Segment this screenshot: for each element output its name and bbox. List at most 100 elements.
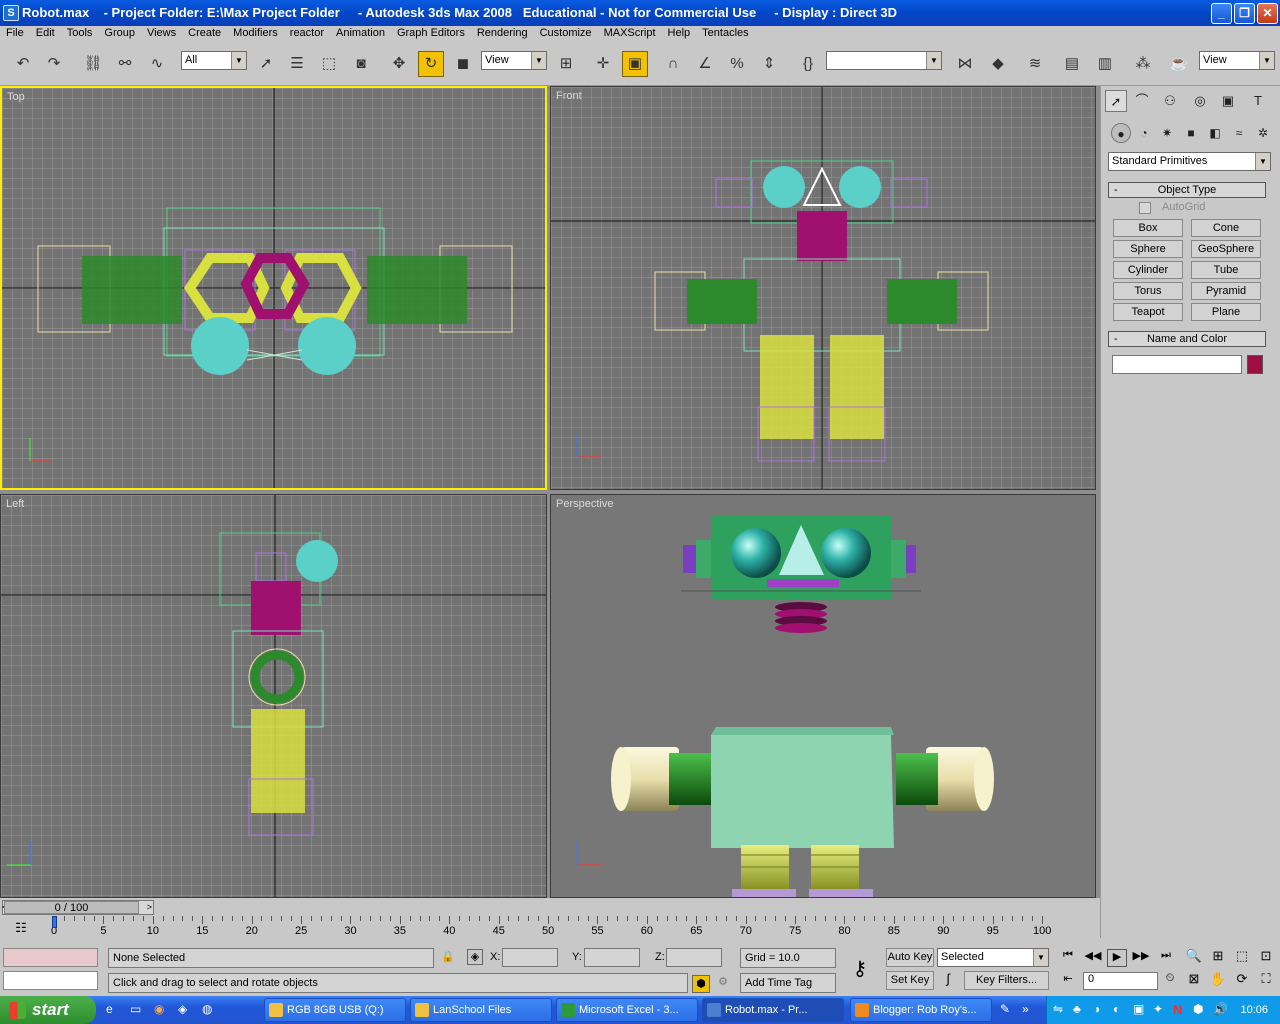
geometry-icon[interactable]: ●: [1111, 123, 1131, 143]
menu-reactor[interactable]: reactor: [284, 26, 330, 39]
geosphere-button[interactable]: GeoSphere: [1191, 240, 1261, 258]
menu-tools[interactable]: Tools: [61, 26, 99, 39]
material-editor-icon[interactable]: ⁂: [1130, 51, 1156, 77]
pan-view-icon[interactable]: ✋: [1208, 971, 1228, 991]
tray-app-icon[interactable]: ♣: [1073, 1002, 1081, 1016]
select-by-name-icon[interactable]: ☰: [284, 51, 310, 77]
previous-frame-icon[interactable]: ◀◀: [1083, 949, 1103, 967]
x-coordinate-input[interactable]: [502, 948, 558, 967]
primitive-category-dropdown[interactable]: Standard Primitives ▼: [1108, 152, 1271, 171]
firefox-icon[interactable]: ◉: [154, 1002, 170, 1018]
display-tab-icon[interactable]: ▣: [1217, 90, 1239, 112]
pivot-center-icon[interactable]: ⊞: [553, 51, 579, 77]
folder-icon[interactable]: ▭: [130, 1002, 146, 1018]
reference-coordinate-dropdown[interactable]: View ▼: [481, 51, 547, 70]
maximize-viewport-icon[interactable]: ⛶: [1256, 971, 1276, 991]
time-configuration-icon[interactable]: ⏲: [1160, 972, 1180, 990]
rectangular-selection-icon[interactable]: ⬚: [316, 51, 342, 77]
quick-launch-icon[interactable]: ◈: [178, 1002, 194, 1018]
lights-icon[interactable]: ✷: [1157, 123, 1177, 143]
tube-button[interactable]: Tube: [1191, 261, 1261, 279]
spinner-snap-icon[interactable]: ⇕: [756, 51, 782, 77]
plane-button[interactable]: Plane: [1191, 303, 1261, 321]
object-color-swatch[interactable]: [1247, 355, 1263, 374]
maximize-button[interactable]: ❐: [1234, 3, 1255, 24]
box-button[interactable]: Box: [1113, 219, 1183, 237]
internet-explorer-icon[interactable]: e: [106, 1002, 122, 1018]
menu-graph-editors[interactable]: Graph Editors: [391, 26, 471, 39]
transform-gizmo-icon[interactable]: ⚙: [714, 975, 732, 993]
tray-app-icon[interactable]: ▣: [1133, 1002, 1144, 1016]
tray-app-icon[interactable]: N: [1173, 1002, 1182, 1017]
zoom-extents-icon[interactable]: ⬚: [1232, 948, 1252, 968]
set-key-icon[interactable]: ⚷: [845, 956, 875, 980]
object-name-input[interactable]: [1112, 355, 1242, 374]
utilities-tab-icon[interactable]: T: [1247, 90, 1269, 112]
name-and-color-rollout[interactable]: - Name and Color: [1108, 331, 1266, 347]
object-type-rollout[interactable]: - Object Type: [1108, 182, 1266, 198]
next-frame-icon[interactable]: ▶▶: [1131, 949, 1151, 967]
tray-app-icon[interactable]: ⬢: [1193, 1002, 1203, 1016]
maxscript-listener-white[interactable]: [3, 971, 98, 990]
select-and-link-icon[interactable]: ⛓: [80, 51, 106, 77]
menu-customize[interactable]: Customize: [534, 26, 598, 39]
mirror-icon[interactable]: ⋈: [952, 51, 978, 77]
orbit-icon[interactable]: ⟳: [1232, 971, 1252, 991]
curve-editor-icon[interactable]: ▤: [1059, 51, 1085, 77]
taskbar-item-3dsmax[interactable]: Robot.max - Pr...: [702, 998, 844, 1022]
align-icon[interactable]: ◆: [985, 51, 1011, 77]
selection-lock-icon[interactable]: ⬢: [692, 975, 710, 993]
time-slider[interactable]: < 0 / 100 >: [2, 900, 154, 915]
auto-key-button[interactable]: Auto Key: [886, 948, 934, 967]
snap-toggle-icon[interactable]: ∩: [660, 51, 686, 77]
sphere-button[interactable]: Sphere: [1113, 240, 1183, 258]
menu-create[interactable]: Create: [182, 26, 227, 39]
select-and-manipulate-icon[interactable]: ✛: [590, 51, 616, 77]
maxscript-listener-pink[interactable]: [3, 948, 98, 967]
volume-icon[interactable]: 🔊: [1213, 1002, 1228, 1016]
viewport-front[interactable]: Front: [550, 86, 1096, 490]
taskbar-item-lanschool[interactable]: LanSchool Files: [410, 998, 552, 1022]
zoom-extents-all-icon[interactable]: ⊡: [1256, 948, 1276, 968]
play-icon[interactable]: ▶: [1107, 949, 1127, 967]
start-button[interactable]: start: [0, 996, 96, 1024]
undo-icon[interactable]: ↶: [10, 51, 36, 77]
tray-app-icon[interactable]: ◐: [1113, 1002, 1120, 1016]
menu-maxscript[interactable]: MAXScript: [598, 26, 662, 39]
keyboard-shortcut-override-icon[interactable]: ▣: [622, 51, 648, 77]
3ds-max-icon[interactable]: S: [3, 5, 19, 21]
create-tab-icon[interactable]: ➚: [1105, 90, 1127, 112]
render-type-dropdown[interactable]: View ▼: [1199, 51, 1275, 70]
tray-app-icon[interactable]: ✦: [1153, 1002, 1163, 1016]
select-and-rotate-icon[interactable]: ↻: [418, 51, 444, 77]
window-crossing-icon[interactable]: ◙: [348, 51, 374, 77]
timeline-ruler[interactable]: 0 5 10 15 20 25 30 35 40 45 50 55 60 65 70 75 80 85 90 95 10…: [40, 916, 1095, 938]
chevron-right-icon[interactable]: >: [147, 901, 152, 914]
current-frame-marker[interactable]: [52, 916, 57, 928]
quick-launch-icon[interactable]: ◍: [202, 1002, 218, 1018]
cone-button[interactable]: Cone: [1191, 219, 1261, 237]
taskbar-item-blogger[interactable]: Blogger: Rob Roy's...: [850, 998, 992, 1022]
menu-file[interactable]: File: [0, 26, 30, 39]
select-object-icon[interactable]: ➚: [253, 51, 279, 77]
viewport-perspective[interactable]: Perspective: [550, 494, 1096, 898]
key-mode-dropdown[interactable]: Selected ▼: [937, 948, 1049, 967]
viewport-left[interactable]: Left: [0, 494, 547, 898]
schematic-view-icon[interactable]: ▥: [1092, 51, 1118, 77]
network-icon[interactable]: ⇋: [1053, 1002, 1063, 1016]
redo-icon[interactable]: ↷: [41, 51, 67, 77]
y-coordinate-input[interactable]: [584, 948, 640, 967]
default-tangent-icon[interactable]: ∫: [937, 971, 959, 990]
modify-tab-icon[interactable]: ⌒: [1131, 90, 1153, 112]
close-button[interactable]: ✕: [1257, 3, 1278, 24]
unlink-selection-icon[interactable]: ⚯: [112, 51, 138, 77]
open-mini-curve-editor-icon[interactable]: ☷: [10, 920, 32, 936]
zoom-icon[interactable]: 🔍: [1184, 948, 1204, 968]
menu-tentacles[interactable]: Tentacles: [696, 26, 754, 39]
shapes-icon[interactable]: ◔: [1134, 123, 1154, 143]
hierarchy-tab-icon[interactable]: ⚇: [1159, 90, 1181, 112]
teapot-button[interactable]: Teapot: [1113, 303, 1183, 321]
motion-tab-icon[interactable]: ◎: [1189, 90, 1211, 112]
viewport-top[interactable]: Top: [0, 86, 547, 490]
menu-views[interactable]: Views: [141, 26, 182, 39]
